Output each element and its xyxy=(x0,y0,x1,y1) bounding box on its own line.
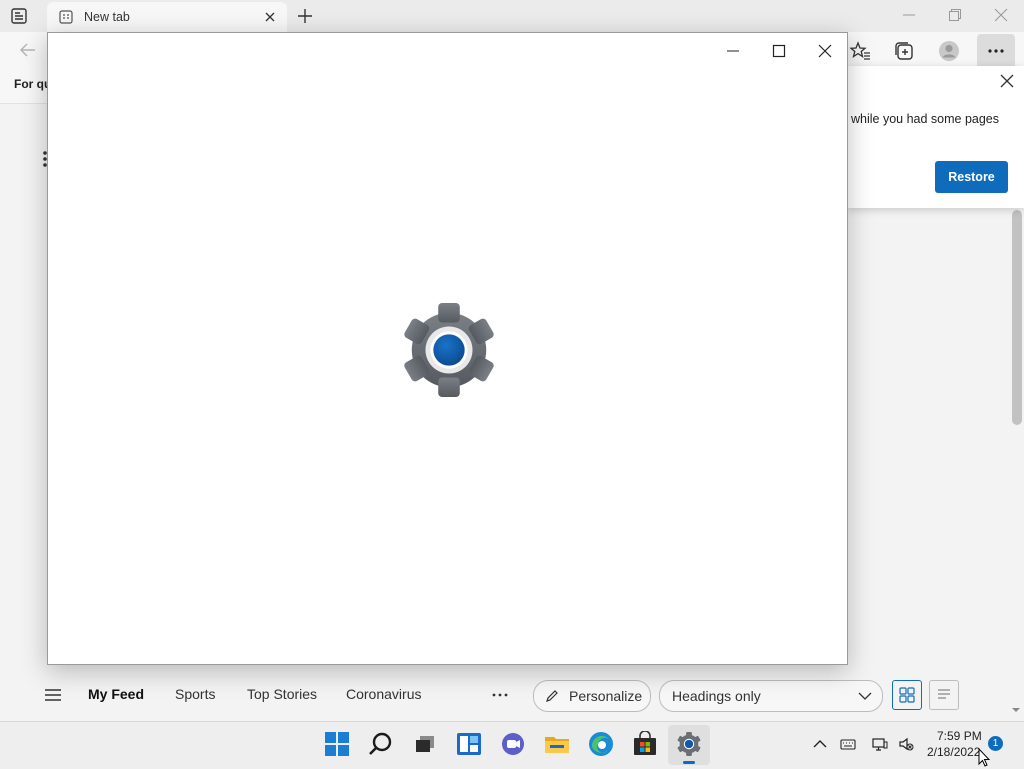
maximize-icon[interactable] xyxy=(771,43,787,59)
pencil-icon xyxy=(546,690,558,702)
minimize-icon[interactable] xyxy=(725,43,741,59)
personalize-label: Personalize xyxy=(569,688,643,704)
back-arrow-icon[interactable] xyxy=(18,40,38,60)
close-tab-icon[interactable] xyxy=(263,10,277,24)
file-explorer-icon[interactable] xyxy=(544,731,570,757)
settings-gear-icon xyxy=(404,302,494,398)
grid-view-button[interactable] xyxy=(892,680,922,710)
widgets-icon[interactable] xyxy=(456,731,482,757)
network-icon[interactable] xyxy=(872,736,888,752)
scroll-down-arrow-icon[interactable] xyxy=(1011,706,1021,714)
clock-date[interactable]: 2/18/2022 xyxy=(927,745,980,759)
start-icon[interactable] xyxy=(324,731,350,757)
feed-tab-sports[interactable]: Sports xyxy=(175,686,215,702)
task-view-icon[interactable] xyxy=(412,731,438,757)
show-hidden-icons-chevron-icon[interactable] xyxy=(812,736,828,752)
search-icon[interactable] xyxy=(368,731,394,757)
new-tab-plus-icon[interactable] xyxy=(296,7,314,25)
restore-button[interactable]: Restore xyxy=(935,161,1008,193)
volume-muted-icon[interactable] xyxy=(898,736,914,752)
browser-minimize-icon[interactable] xyxy=(902,8,916,22)
restore-pages-popup: while you had some pages Restore xyxy=(848,66,1024,208)
settings-app-window xyxy=(47,32,848,665)
feed-menu-icon[interactable] xyxy=(44,688,62,702)
favorites-bar-text[interactable]: For qu xyxy=(14,77,51,91)
store-icon[interactable] xyxy=(632,731,658,757)
notification-count-badge[interactable]: 1 xyxy=(988,736,1003,751)
feed-tab-top-stories[interactable]: Top Stories xyxy=(247,686,317,702)
feed-more-icon[interactable] xyxy=(490,690,510,700)
mouse-cursor-icon xyxy=(978,748,990,767)
browser-tab[interactable]: New tab xyxy=(47,2,287,32)
chevron-down-icon xyxy=(858,692,872,700)
profile-avatar-icon[interactable] xyxy=(938,40,960,62)
list-view-button[interactable] xyxy=(929,680,959,710)
more-options-icon xyxy=(988,49,1004,53)
collections-icon[interactable] xyxy=(893,40,915,62)
chat-icon[interactable] xyxy=(500,731,526,757)
close-popup-icon[interactable] xyxy=(1000,74,1014,88)
favorites-star-icon[interactable] xyxy=(849,40,871,62)
feed-tab-my-feed[interactable]: My Feed xyxy=(88,686,144,702)
more-options-button[interactable] xyxy=(977,34,1015,68)
tab-title: New tab xyxy=(84,10,130,24)
browser-restore-icon[interactable] xyxy=(948,8,962,22)
feed-tab-coronavirus[interactable]: Coronavirus xyxy=(346,686,421,702)
keyboard-icon[interactable] xyxy=(840,736,856,752)
edge-icon[interactable] xyxy=(588,731,614,757)
layout-select[interactable]: Headings only xyxy=(659,680,883,712)
new-tab-page-icon xyxy=(59,10,73,24)
restore-message: while you had some pages xyxy=(851,112,1000,126)
tab-actions-icon[interactable] xyxy=(10,7,28,25)
active-app-indicator xyxy=(683,761,695,764)
browser-close-icon[interactable] xyxy=(994,8,1008,22)
settings-icon[interactable] xyxy=(676,731,702,757)
clock-time[interactable]: 7:59 PM xyxy=(937,729,982,743)
list-view-icon xyxy=(938,689,950,699)
grid-view-icon xyxy=(899,687,915,703)
layout-select-value: Headings only xyxy=(672,688,761,704)
page-scrollbar-thumb[interactable] xyxy=(1012,210,1022,425)
personalize-button[interactable]: Personalize xyxy=(533,680,651,712)
close-icon[interactable] xyxy=(817,43,833,59)
